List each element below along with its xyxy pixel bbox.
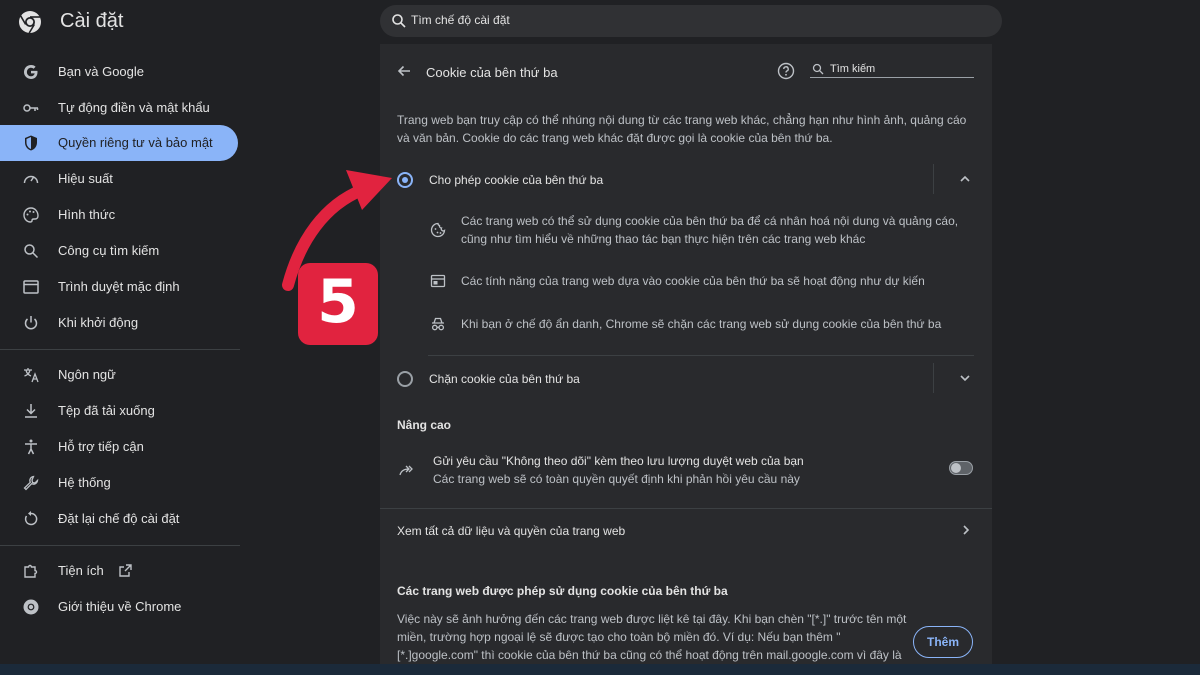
incognito-icon (431, 317, 445, 331)
advanced-heading: Nâng cao (397, 418, 452, 432)
allow-cookies-radio[interactable] (397, 172, 413, 188)
chrome-logo-icon (19, 11, 41, 34)
palette-icon (23, 207, 39, 223)
chevron-right-icon[interactable] (959, 523, 973, 537)
sidebar-item-label: Bạn và Google (58, 64, 145, 79)
key-icon (23, 104, 39, 112)
web-feature-icon (430, 274, 446, 288)
sidebar-item-system[interactable]: Hệ thống (0, 465, 238, 501)
do-not-track-toggle[interactable] (949, 461, 973, 475)
sidebar-item-reset[interactable]: Đặt lại chế độ cài đặt (0, 501, 238, 537)
step-number: 5 (317, 267, 359, 337)
step-badge: 5 (298, 263, 378, 345)
option-divider (933, 363, 934, 393)
search-icon (392, 14, 406, 28)
do-not-track-subtitle: Các trang web sẽ có toàn quyền quyết địn… (433, 472, 800, 486)
app-title: Cài đặt (60, 10, 124, 32)
external-link-icon (119, 564, 132, 577)
chrome-icon (23, 599, 39, 615)
sidebar-item-languages[interactable]: Ngôn ngữ (0, 357, 238, 393)
sidebar-item-extensions[interactable]: Tiện ích (0, 553, 238, 589)
divider (380, 508, 992, 509)
google-icon (24, 65, 38, 79)
speedometer-icon (23, 175, 39, 184)
sidebar-item-label: Ngôn ngữ (58, 367, 116, 382)
card-search-placeholder: Tìm kiếm (830, 63, 876, 75)
sidebar-item-label: Hình thức (58, 207, 116, 222)
sidebar-item-you-and-google[interactable]: Bạn và Google (0, 54, 238, 90)
sidebar-item-label: Hiệu suất (58, 171, 113, 186)
sidebar-item-label: Tệp đã tải xuống (58, 403, 155, 418)
accessibility-icon (25, 439, 37, 455)
cookie-settings-card: Cookie của bên thứ ba Tìm kiếm Trang web… (380, 44, 992, 664)
page-title: Cookie của bên thứ ba (426, 65, 558, 80)
sidebar-item-label: Giới thiệu về Chrome (58, 599, 182, 614)
sidebar-item-label: Hỗ trợ tiếp cận (58, 439, 144, 454)
sidebar-item-accessibility[interactable]: Hỗ trợ tiếp cận (0, 429, 238, 465)
sidebar-item-downloads[interactable]: Tệp đã tải xuống (0, 393, 238, 429)
block-cookies-label[interactable]: Chặn cookie của bên thứ ba (429, 372, 580, 386)
power-icon (24, 316, 38, 330)
shield-icon (25, 135, 37, 151)
sidebar-item-autofill[interactable]: Tự động điền và mật khẩu (0, 90, 238, 126)
allow-detail-personalize: Các trang web có thể sử dụng cookie của … (461, 214, 959, 246)
sidebar-divider (0, 545, 240, 546)
bottom-edge (0, 664, 1200, 675)
reset-icon (24, 511, 38, 526)
chevron-down-icon[interactable] (958, 371, 972, 385)
translate-icon (24, 368, 39, 383)
sidebar-divider (0, 349, 240, 350)
sidebar-item-label: Công cụ tìm kiếm (58, 243, 160, 258)
block-cookies-radio[interactable] (397, 371, 413, 387)
sidebar-item-label: Khi khởi động (58, 315, 139, 330)
sidebar-item-label: Tiện ích (58, 563, 104, 578)
do-not-track-title: Gửi yêu cầu "Không theo dõi" kèm theo lư… (433, 454, 804, 468)
site-data-link[interactable]: Xem tất cả dữ liệu và quyền của trang we… (397, 524, 625, 538)
sidebar-item-label: Hệ thống (58, 475, 111, 490)
search-icon (812, 63, 824, 75)
search-icon (24, 244, 39, 259)
option-divider (933, 164, 934, 194)
add-site-button[interactable]: Thêm (913, 626, 973, 658)
back-arrow-icon[interactable] (396, 63, 412, 79)
help-icon[interactable] (777, 62, 795, 80)
search-input[interactable]: Tìm chế độ cài đặt (411, 13, 510, 27)
sidebar: Bạn và Google Tự động điền và mật khẩu Q… (0, 44, 252, 669)
divider (428, 355, 974, 356)
sidebar-item-appearance[interactable]: Hình thức (0, 197, 238, 233)
allowed-sites-description: Việc này sẽ ảnh hưởng đến các trang web … (397, 612, 907, 662)
cookie-description: Trang web bạn truy cập có thể nhúng nội … (397, 113, 967, 145)
chevron-up-icon[interactable] (958, 172, 972, 186)
sidebar-item-default-browser[interactable]: Trình duyệt mặc định (0, 269, 238, 305)
allowed-sites-heading: Các trang web được phép sử dụng cookie c… (397, 584, 728, 598)
sidebar-item-label: Trình duyệt mặc định (58, 279, 180, 294)
do-not-track-icon (399, 465, 413, 476)
allow-detail-incognito: Khi bạn ở chế độ ẩn danh, Chrome sẽ chặn… (461, 317, 942, 331)
sidebar-item-on-startup[interactable]: Khi khởi động (0, 305, 238, 341)
cookie-icon (430, 222, 446, 238)
settings-search-bar[interactable]: Tìm chế độ cài đặt (380, 5, 1002, 37)
browser-window-icon (23, 280, 39, 294)
sidebar-item-label: Đặt lại chế độ cài đặt (58, 511, 180, 526)
sidebar-item-label: Quyền riêng tư và bảo mật (58, 135, 213, 150)
allow-cookies-label[interactable]: Cho phép cookie của bên thứ ba (429, 173, 603, 187)
sidebar-item-privacy[interactable]: Quyền riêng tư và bảo mật (0, 125, 238, 161)
download-icon (25, 404, 37, 418)
card-search-field[interactable]: Tìm kiếm (810, 61, 974, 78)
sidebar-item-performance[interactable]: Hiệu suất (0, 161, 238, 197)
sidebar-item-search-engine[interactable]: Công cụ tìm kiếm (0, 233, 238, 269)
wrench-icon (23, 475, 39, 491)
sidebar-item-label: Tự động điền và mật khẩu (58, 100, 210, 115)
top-bar: Cài đặt Tìm chế độ cài đặt (0, 0, 1200, 44)
puzzle-icon (24, 564, 38, 578)
allow-detail-features: Các tính năng của trang web dựa vào cook… (461, 274, 925, 288)
sidebar-item-about-chrome[interactable]: Giới thiệu về Chrome (0, 589, 238, 625)
